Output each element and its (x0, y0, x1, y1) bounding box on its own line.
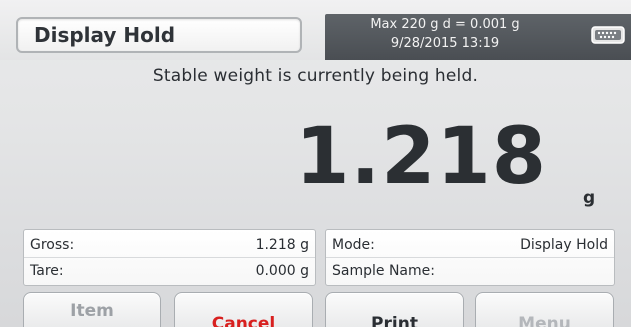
sample-name-label: Sample Name: (332, 263, 435, 279)
menu-button-label: Menu (518, 314, 571, 327)
mode-value: Display Hold (520, 237, 608, 253)
balance-info-panel: Max 220 g d = 0.001 g 9/28/2015 13:19 (325, 14, 631, 60)
mode-label: Mode: (332, 237, 375, 253)
mode-details-panel: Mode: Display Hold Sample Name: (325, 229, 615, 286)
cancel-button-label: Cancel (211, 314, 276, 327)
status-message: Stable weight is currently being held. (152, 66, 479, 86)
mode-row: Mode: Display Hold (326, 232, 614, 258)
print-button[interactable]: Print (325, 292, 464, 327)
item-button[interactable]: Item (23, 292, 161, 327)
scale-screen: Display Hold Max 220 g d = 0.001 g 9/28/… (0, 0, 631, 327)
tare-value: 0.000 g (255, 263, 309, 279)
tare-label: Tare: (30, 263, 64, 279)
item-button-label: Item (70, 301, 114, 321)
header-bar: Display Hold Max 220 g d = 0.001 g 9/28/… (0, 0, 631, 60)
weight-reading: 1.218 (295, 112, 547, 202)
date-time: 9/28/2015 13:19 (390, 36, 500, 51)
capacity-readability: Max 220 g d = 0.001 g (370, 17, 520, 32)
serial-port-icon (591, 26, 625, 44)
weight-unit: g (583, 188, 596, 208)
gross-label: Gross: (30, 237, 75, 253)
gross-row: Gross: 1.218 g (24, 232, 315, 258)
tare-row: Tare: 0.000 g (24, 258, 315, 284)
gross-value: 1.218 g (255, 237, 309, 253)
print-button-label: Print (371, 314, 418, 327)
application-title-box: Display Hold (16, 17, 302, 53)
weight-details-panel: Gross: 1.218 g Tare: 0.000 g (23, 229, 316, 286)
application-title: Display Hold (34, 23, 176, 47)
sample-name-row: Sample Name: (326, 258, 614, 284)
menu-button[interactable]: Menu (475, 292, 614, 327)
cancel-button[interactable]: Cancel (174, 292, 313, 327)
